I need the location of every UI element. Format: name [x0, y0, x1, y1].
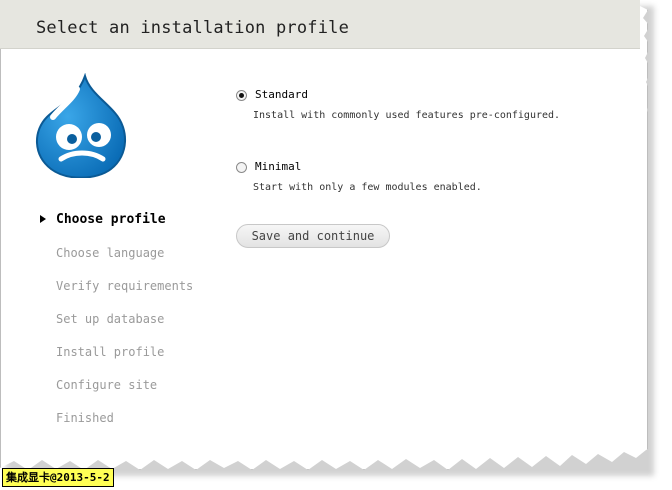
current-step-arrow-icon	[40, 215, 46, 223]
installer-page: Select an installation profile Choose pr…	[0, 0, 648, 470]
standard-description: Install with commonly used features pre-…	[253, 110, 561, 121]
minimal-description: Start with only a few modules enabled.	[253, 182, 482, 193]
drupal-logo-icon	[35, 73, 127, 178]
standard-label[interactable]: Standard	[255, 88, 308, 101]
step-install-profile: Install profile	[56, 345, 165, 359]
step-verify-requirements: Verify requirements	[56, 279, 194, 293]
page-header: Select an installation profile	[0, 0, 640, 49]
standard-radio[interactable]	[236, 90, 247, 101]
save-and-continue-button[interactable]: Save and continue	[236, 224, 390, 248]
install-steps: Choose profile Choose language Verify re…	[40, 210, 230, 441]
page-title: Select an installation profile	[36, 18, 350, 38]
step-choose-profile: Choose profile	[40, 210, 230, 243]
step-set-up-database: Set up database	[56, 312, 165, 326]
step-finished: Finished	[56, 411, 114, 425]
minimal-radio[interactable]	[236, 162, 247, 173]
minimal-label[interactable]: Minimal	[255, 160, 301, 173]
watermark-stamp: 集成显卡@2013-5-2	[2, 468, 114, 487]
step-configure-site: Configure site	[56, 378, 158, 392]
step-choose-language: Choose language	[56, 246, 165, 260]
